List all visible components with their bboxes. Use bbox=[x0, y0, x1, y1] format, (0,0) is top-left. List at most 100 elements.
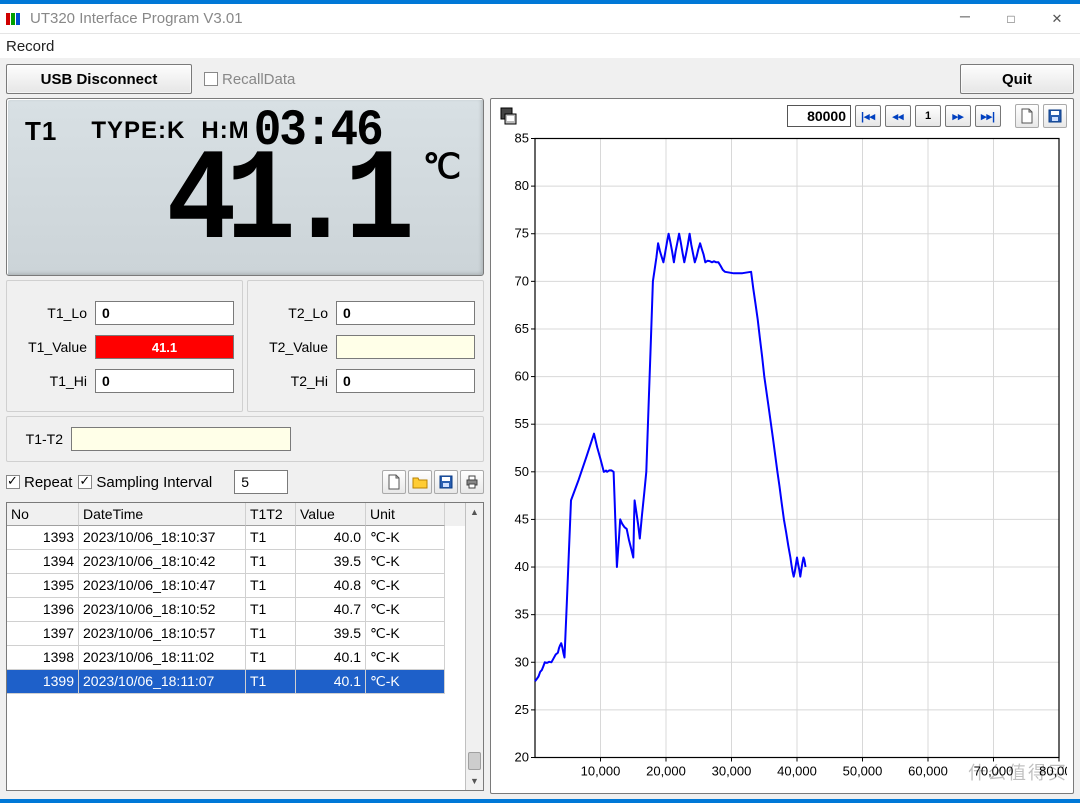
table-row[interactable]: 13962023/10/06_18:10:52T140.7℃-K bbox=[7, 598, 465, 622]
input-t1-lo[interactable]: 0 bbox=[95, 301, 234, 325]
table-row[interactable]: 13992023/10/06_18:11:07T140.1℃-K bbox=[7, 670, 465, 694]
svg-text:40: 40 bbox=[515, 559, 529, 574]
window-maximize-button[interactable] bbox=[988, 4, 1034, 33]
group-t1t2: T1-T2 bbox=[6, 416, 484, 462]
chart-toolbar: |◂◂ ◂◂ 1 ▸▸ ▸▸| bbox=[493, 101, 1071, 131]
table-row[interactable]: 13952023/10/06_18:10:47T140.8℃-K bbox=[7, 574, 465, 598]
window-titlebar: UT320 Interface Program V3.01 bbox=[0, 4, 1080, 34]
svg-text:85: 85 bbox=[515, 133, 529, 146]
table-header: No DateTime T1T2 Value Unit bbox=[7, 503, 465, 526]
cell-val: 39.5 bbox=[296, 550, 366, 574]
svg-text:50: 50 bbox=[515, 464, 529, 479]
checkbox-icon bbox=[6, 475, 20, 489]
app-icon bbox=[6, 11, 22, 27]
th-channel[interactable]: T1T2 bbox=[246, 503, 296, 526]
table-row[interactable]: 13982023/10/06_18:11:02T140.1℃-K bbox=[7, 646, 465, 670]
cell-ch: T1 bbox=[246, 622, 296, 646]
recall-data-checkbox[interactable]: RecallData bbox=[204, 71, 295, 88]
th-unit[interactable]: Unit bbox=[366, 503, 445, 526]
chart-prev-button[interactable]: ◂◂ bbox=[885, 105, 911, 127]
checkbox-icon bbox=[78, 475, 92, 489]
cell-no: 1395 bbox=[7, 574, 79, 598]
svg-text:70: 70 bbox=[515, 273, 529, 288]
label-t1-hi: T1_Hi bbox=[15, 373, 87, 389]
lcd-channel: T1 bbox=[25, 116, 57, 147]
label-t2-value: T2_Value bbox=[256, 339, 328, 355]
table-row[interactable]: 13972023/10/06_18:10:57T139.5℃-K bbox=[7, 622, 465, 646]
quit-button[interactable]: Quit bbox=[960, 64, 1074, 94]
cell-dt: 2023/10/06_18:10:47 bbox=[79, 574, 246, 598]
scrollbar-thumb[interactable] bbox=[468, 752, 481, 770]
sampling-interval-checkbox[interactable]: Sampling Interval bbox=[78, 474, 212, 491]
cell-dt: 2023/10/06_18:10:42 bbox=[79, 550, 246, 574]
cell-unit: ℃-K bbox=[366, 622, 445, 646]
cell-no: 1398 bbox=[7, 646, 79, 670]
window-close-button[interactable] bbox=[1034, 4, 1080, 33]
cell-no: 1394 bbox=[7, 550, 79, 574]
input-t2-lo[interactable]: 0 bbox=[336, 301, 475, 325]
open-file-icon[interactable] bbox=[408, 470, 432, 494]
input-t2-hi[interactable]: 0 bbox=[336, 369, 475, 393]
table-scrollbar[interactable] bbox=[465, 503, 483, 790]
cell-ch: T1 bbox=[246, 550, 296, 574]
table-row[interactable]: 13932023/10/06_18:10:37T140.0℃-K bbox=[7, 526, 465, 550]
sampling-interval-input[interactable] bbox=[234, 470, 288, 494]
label-t2-hi: T2_Hi bbox=[256, 373, 328, 389]
label-t1-value: T1_Value bbox=[15, 339, 87, 355]
cell-unit: ℃-K bbox=[366, 550, 445, 574]
window-minimize-button[interactable] bbox=[942, 4, 988, 33]
cell-dt: 2023/10/06_18:11:07 bbox=[79, 670, 246, 694]
cell-unit: ℃-K bbox=[366, 574, 445, 598]
th-no[interactable]: No bbox=[7, 503, 79, 526]
cell-ch: T1 bbox=[246, 526, 296, 550]
label-t1-lo: T1_Lo bbox=[15, 305, 87, 321]
chart-device-icon[interactable] bbox=[497, 104, 521, 128]
cell-no: 1399 bbox=[7, 670, 79, 694]
cell-dt: 2023/10/06_18:10:52 bbox=[79, 598, 246, 622]
group-t1: T1_Lo 0 T1_Value 41.1 T1_Hi 0 bbox=[6, 280, 243, 412]
chart-save-icon[interactable] bbox=[1043, 104, 1067, 128]
new-file-icon[interactable] bbox=[382, 470, 406, 494]
chart-last-button[interactable]: ▸▸| bbox=[975, 105, 1001, 127]
cell-unit: ℃-K bbox=[366, 526, 445, 550]
svg-text:35: 35 bbox=[515, 607, 529, 622]
svg-text:60,000: 60,000 bbox=[908, 764, 948, 779]
chart-area[interactable]: 202530354045505560657075808510,00020,000… bbox=[497, 133, 1067, 787]
cell-val: 40.0 bbox=[296, 526, 366, 550]
svg-text:80: 80 bbox=[515, 178, 529, 193]
lcd-value: 41.1 bbox=[166, 139, 404, 269]
lcd-display: T1 TYPE:K H:M 03:46 41.1 ℃ bbox=[6, 98, 484, 276]
svg-text:20: 20 bbox=[515, 750, 529, 765]
data-table[interactable]: No DateTime T1T2 Value Unit 13932023/10/… bbox=[6, 502, 484, 791]
svg-text:25: 25 bbox=[515, 702, 529, 717]
menubar: Record bbox=[0, 34, 1080, 58]
chart-next-button[interactable]: ▸▸ bbox=[945, 105, 971, 127]
usb-disconnect-button[interactable]: USB Disconnect bbox=[6, 64, 192, 94]
chart-first-button[interactable]: |◂◂ bbox=[855, 105, 881, 127]
th-datetime[interactable]: DateTime bbox=[79, 503, 246, 526]
repeat-checkbox[interactable]: Repeat bbox=[6, 474, 72, 491]
chart-new-icon[interactable] bbox=[1015, 104, 1039, 128]
svg-text:65: 65 bbox=[515, 321, 529, 336]
input-t1-hi[interactable]: 0 bbox=[95, 369, 234, 393]
menu-record[interactable]: Record bbox=[6, 38, 54, 55]
cell-val: 40.7 bbox=[296, 598, 366, 622]
print-icon[interactable] bbox=[460, 470, 484, 494]
checkbox-icon bbox=[204, 72, 218, 86]
lcd-unit: ℃ bbox=[423, 147, 461, 187]
sampling-interval-label: Sampling Interval bbox=[96, 474, 212, 491]
save-icon[interactable] bbox=[434, 470, 458, 494]
recall-data-label: RecallData bbox=[222, 71, 295, 88]
cell-unit: ℃-K bbox=[366, 598, 445, 622]
svg-text:20,000: 20,000 bbox=[646, 764, 686, 779]
label-t2-lo: T2_Lo bbox=[256, 305, 328, 321]
svg-text:70,000: 70,000 bbox=[974, 764, 1014, 779]
cell-ch: T1 bbox=[246, 598, 296, 622]
group-t2: T2_Lo 0 T2_Value T2_Hi 0 bbox=[247, 280, 484, 412]
chart-range-input[interactable] bbox=[787, 105, 851, 127]
table-row[interactable]: 13942023/10/06_18:10:42T139.5℃-K bbox=[7, 550, 465, 574]
cell-ch: T1 bbox=[246, 646, 296, 670]
th-value[interactable]: Value bbox=[296, 503, 366, 526]
svg-text:10,000: 10,000 bbox=[581, 764, 621, 779]
label-t1t2: T1-T2 bbox=[15, 431, 63, 447]
